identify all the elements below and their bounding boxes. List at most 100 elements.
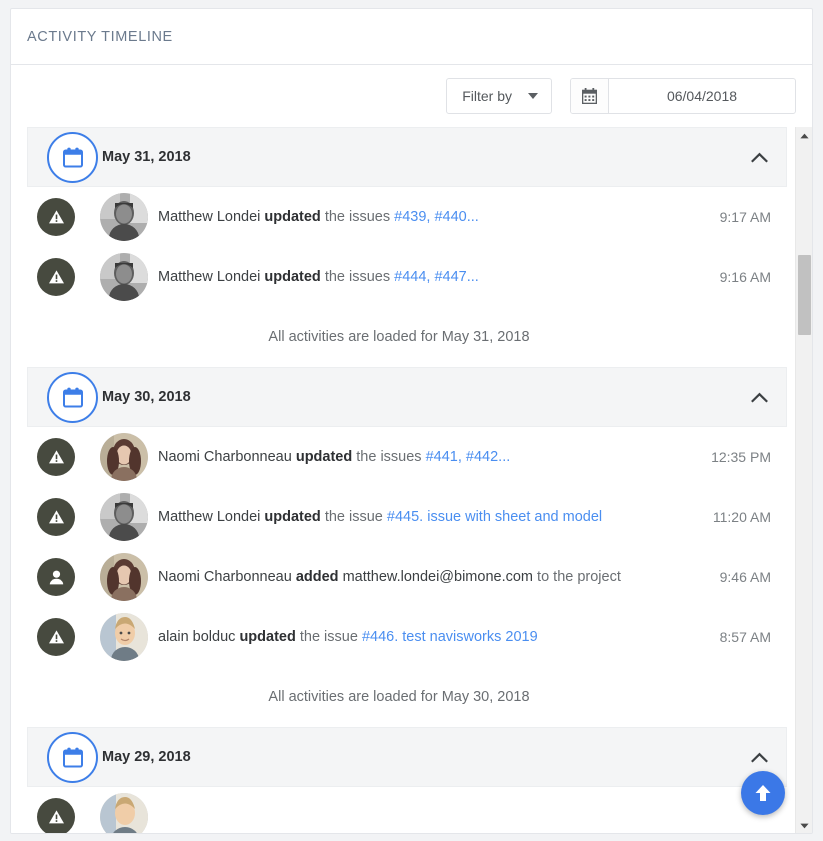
- issue-link[interactable]: #439, #440...: [394, 209, 479, 225]
- activity-text: alain bolduc updated the issue #446. tes…: [158, 629, 538, 645]
- activity-verb: updated: [239, 629, 296, 645]
- date-picker-group: 06/04/2018: [570, 78, 796, 114]
- activity-tail: to the project: [537, 569, 621, 585]
- filter-by-label: Filter by: [462, 88, 512, 104]
- warning-icon-marker: [37, 438, 75, 476]
- all-loaded-note: All activities are loaded for May 30, 20…: [11, 667, 797, 727]
- warning-icon: [48, 270, 64, 284]
- activity-row[interactable]: [11, 787, 797, 833]
- calendar-marker: [47, 132, 98, 183]
- timeline-region: May 31, 2018 Matthew Londei updated the …: [11, 127, 812, 833]
- activity-timeline-card: ACTIVITY TIMELINE Filter by 06/04/2018 M…: [10, 8, 813, 834]
- actor-name: alain bolduc: [158, 629, 236, 645]
- actor-name: Naomi Charbonneau: [158, 449, 292, 465]
- warning-icon: [48, 210, 64, 224]
- issue-link[interactable]: #445. issue with sheet and model: [387, 509, 602, 525]
- actor-name: Matthew Londei: [158, 269, 261, 285]
- calendar-icon: [62, 387, 83, 408]
- activity-verb: updated: [264, 209, 321, 225]
- activity-verb: added: [295, 569, 339, 585]
- page-title: ACTIVITY TIMELINE: [27, 28, 173, 45]
- scroll-up-arrow-icon[interactable]: [796, 127, 812, 144]
- calendar-icon: [62, 747, 83, 768]
- vertical-scrollbar[interactable]: [795, 127, 812, 833]
- scroll-down-arrow-icon[interactable]: [796, 817, 812, 833]
- warning-icon: [48, 810, 64, 824]
- date-group: May 30, 2018 Naomi Charbonneau updated t…: [11, 367, 797, 727]
- activity-middle: the issue: [299, 629, 358, 645]
- calendar-icon-button[interactable]: [571, 79, 609, 113]
- date-group-header[interactable]: May 30, 2018: [27, 367, 787, 427]
- scroll-to-top-button[interactable]: [741, 771, 785, 815]
- activity-middle: the issue: [324, 509, 383, 525]
- activity-middle: the issues: [324, 209, 391, 225]
- issue-link[interactable]: #446. test navisworks 2019: [362, 629, 538, 645]
- avatar: [100, 253, 148, 301]
- filter-by-dropdown[interactable]: Filter by: [446, 78, 552, 114]
- activity-text: Matthew Londei updated the issues #444, …: [158, 269, 479, 285]
- activity-timeline-page: ACTIVITY TIMELINE Filter by 06/04/2018 M…: [0, 0, 823, 841]
- chevron-up-icon[interactable]: [746, 384, 772, 410]
- date-group-header[interactable]: May 31, 2018: [27, 127, 787, 187]
- activity-row[interactable]: Matthew Londei updated the issues #439, …: [11, 187, 797, 247]
- chevron-up-icon[interactable]: [746, 744, 772, 770]
- scrollbar-thumb[interactable]: [798, 255, 811, 335]
- issue-link[interactable]: #441, #442...: [426, 449, 511, 465]
- date-group-label: May 31, 2018: [102, 149, 191, 165]
- chevron-up-icon[interactable]: [746, 144, 772, 170]
- warning-icon-marker: [37, 198, 75, 236]
- warning-icon: [48, 510, 64, 524]
- chevron-down-icon: [528, 93, 538, 99]
- card-header: ACTIVITY TIMELINE: [11, 9, 812, 65]
- activity-time: 9:17 AM: [719, 209, 771, 225]
- actor-name: Naomi Charbonneau: [158, 569, 292, 585]
- person-icon: [49, 570, 63, 584]
- actor-name: Matthew Londei: [158, 509, 261, 525]
- date-group: May 31, 2018 Matthew Londei updated the …: [11, 127, 797, 367]
- avatar: [100, 433, 148, 481]
- avatar: [100, 613, 148, 661]
- warning-icon: [48, 630, 64, 644]
- date-group-label: May 29, 2018: [102, 749, 191, 765]
- timeline-scroll-content: May 31, 2018 Matthew Londei updated the …: [11, 127, 797, 833]
- activity-row[interactable]: Matthew Londei updated the issues #444, …: [11, 247, 797, 307]
- activity-time: 8:57 AM: [719, 629, 771, 645]
- all-loaded-note: All activities are loaded for May 31, 20…: [11, 307, 797, 367]
- activity-verb: updated: [295, 449, 353, 465]
- avatar: [100, 553, 148, 601]
- activity-time: 11:20 AM: [712, 509, 771, 525]
- activity-middle: the issues: [356, 449, 422, 465]
- arrow-up-icon: [755, 785, 771, 801]
- issue-link[interactable]: #444, #447...: [394, 269, 479, 285]
- person-icon-marker: [37, 558, 75, 596]
- avatar: [100, 793, 148, 833]
- activity-row[interactable]: Naomi Charbonneau added matthew.londei@b…: [11, 547, 797, 607]
- date-input[interactable]: 06/04/2018: [609, 79, 795, 113]
- avatar: [100, 493, 148, 541]
- warning-icon-marker: [37, 618, 75, 656]
- activity-verb: updated: [264, 269, 321, 285]
- date-group-header[interactable]: May 29, 2018: [27, 727, 787, 787]
- activity-time: 9:46 AM: [719, 569, 771, 585]
- activity-middle: matthew.londei@bimone.com: [342, 569, 534, 585]
- activity-time: 9:16 AM: [719, 269, 771, 285]
- calendar-marker: [47, 732, 98, 783]
- avatar: [100, 193, 148, 241]
- date-group-label: May 30, 2018: [102, 389, 191, 405]
- activity-row[interactable]: Naomi Charbonneau updated the issues #44…: [11, 427, 797, 487]
- activity-middle: the issues: [324, 269, 391, 285]
- activity-time: 12:35 PM: [711, 449, 771, 465]
- activity-text: Naomi Charbonneau updated the issues #44…: [158, 449, 510, 465]
- activity-row[interactable]: Matthew Londei updated the issue #445. i…: [11, 487, 797, 547]
- actor-name: Matthew Londei: [158, 209, 261, 225]
- activity-text: Naomi Charbonneau added matthew.londei@b…: [158, 569, 621, 585]
- warning-icon-marker: [37, 498, 75, 536]
- warning-icon-marker: [37, 258, 75, 296]
- activity-text: Matthew Londei updated the issues #439, …: [158, 209, 479, 225]
- warning-icon-marker: [37, 798, 75, 833]
- toolbar: Filter by 06/04/2018: [11, 65, 812, 127]
- activity-verb: updated: [264, 509, 321, 525]
- activity-row[interactable]: alain bolduc updated the issue #446. tes…: [11, 607, 797, 667]
- calendar-icon: [582, 88, 597, 104]
- calendar-marker: [47, 372, 98, 423]
